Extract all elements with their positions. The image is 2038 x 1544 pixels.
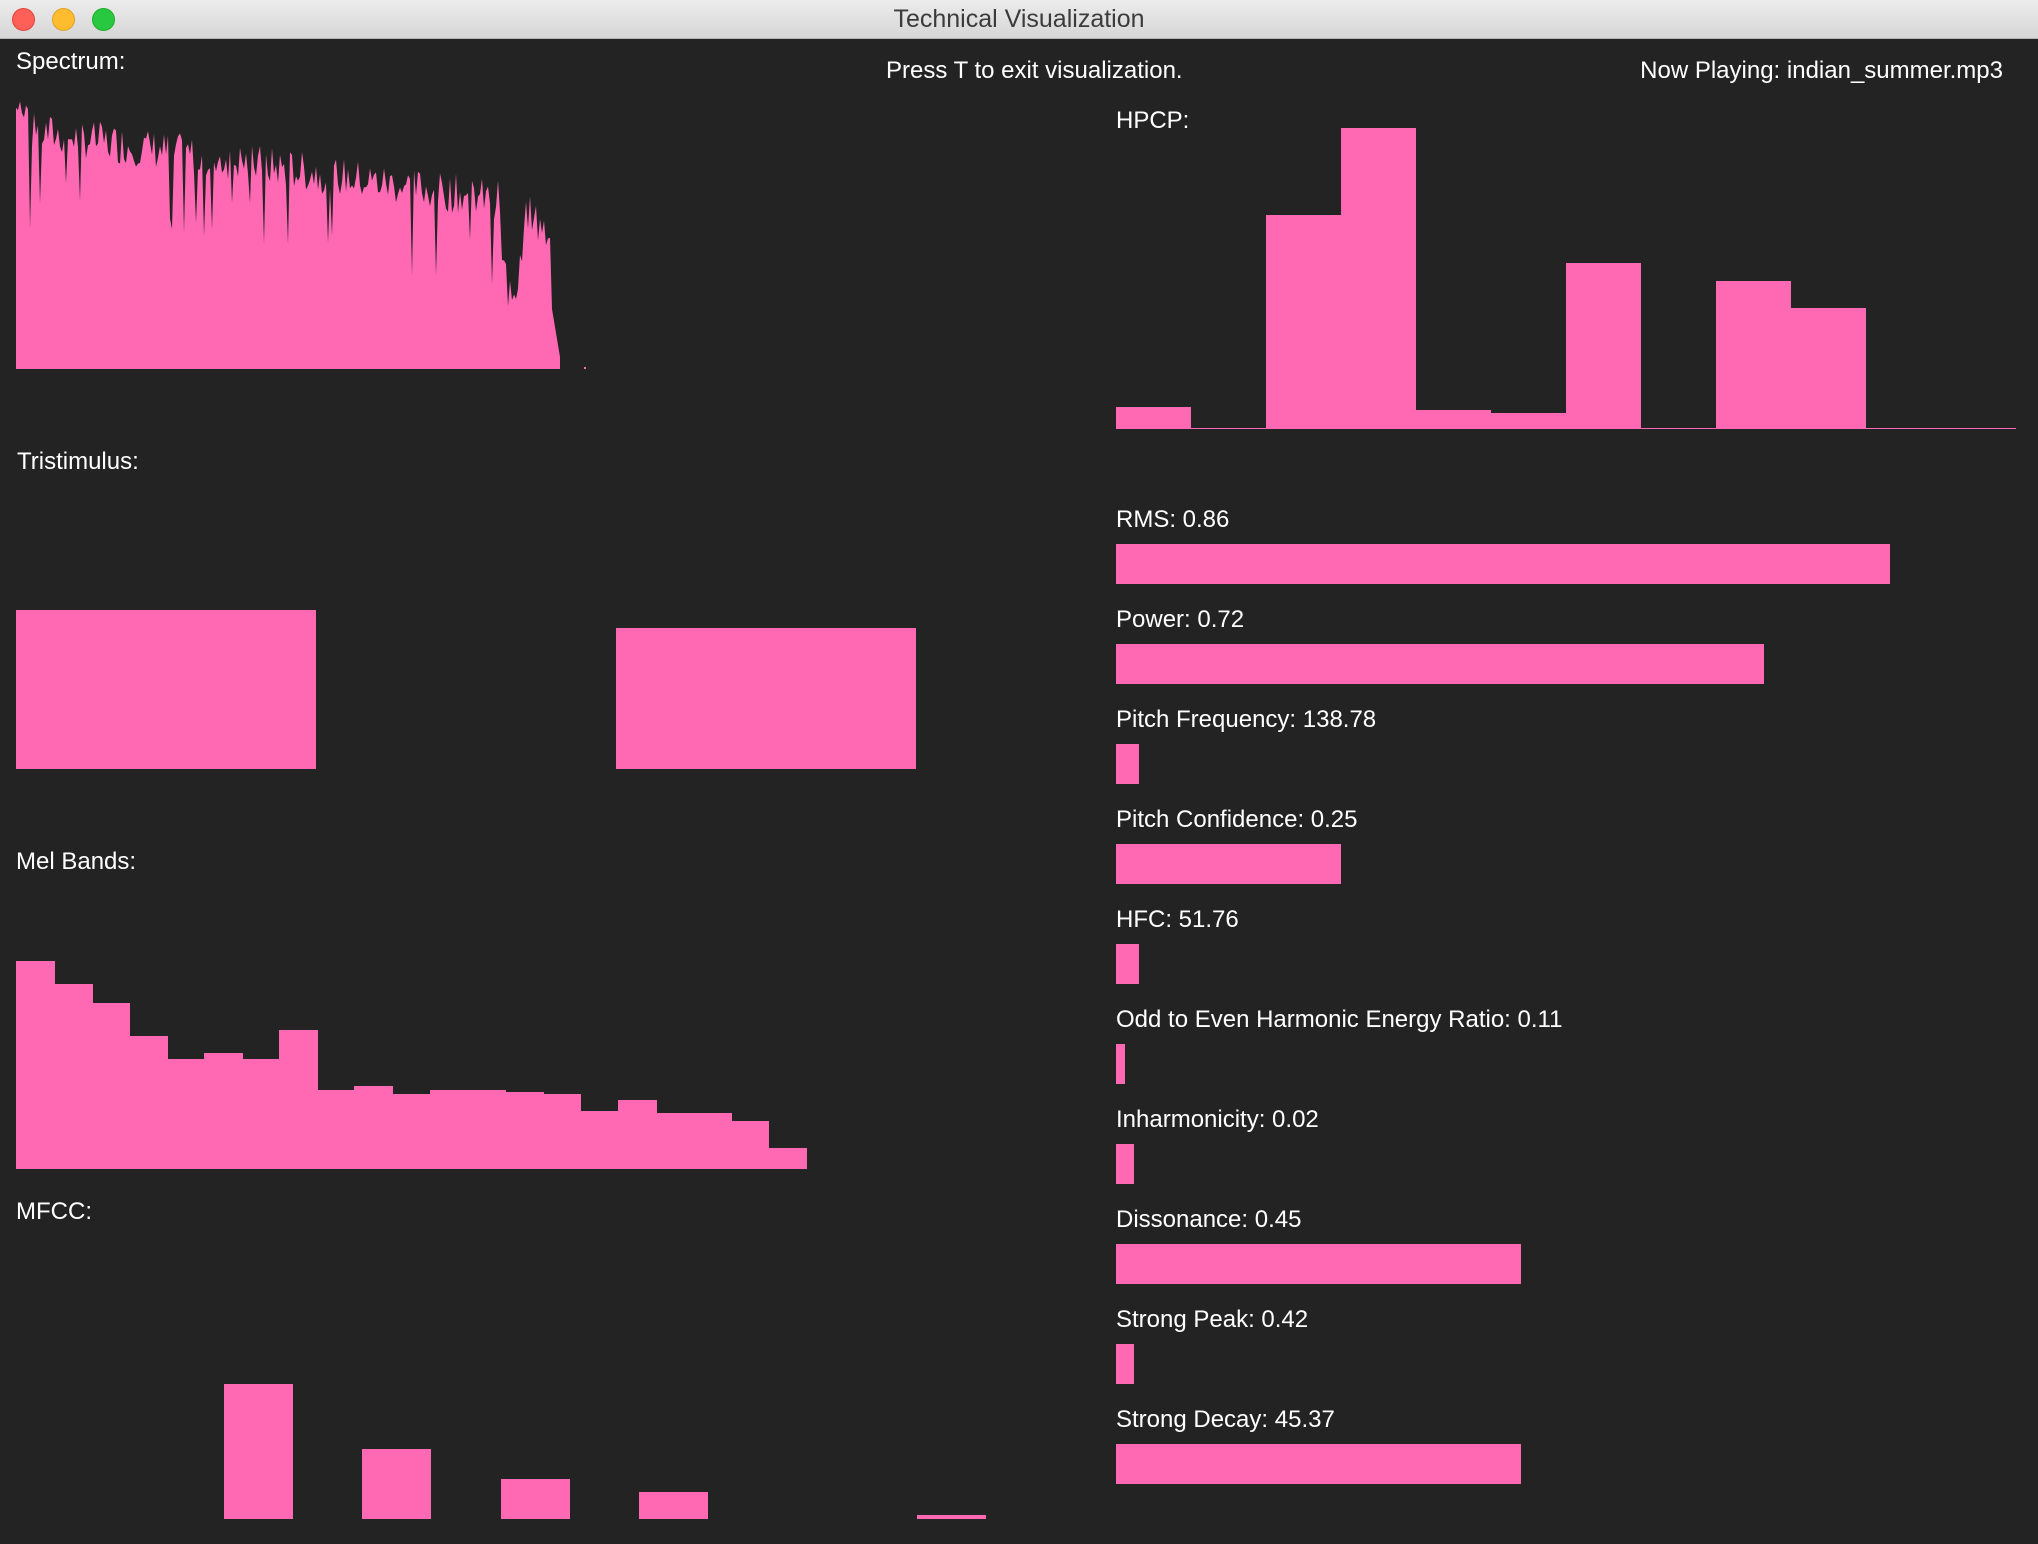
tristimulus-bar	[16, 610, 316, 769]
mel-band-bar	[91, 1002, 130, 1169]
mel-band-bar	[580, 1110, 619, 1169]
hpcp-bar	[1341, 128, 1416, 429]
mel-band-bar	[317, 1089, 356, 1169]
metric-bar	[1116, 1244, 1521, 1284]
metric-label: Pitch Confidence: 0.25	[1116, 806, 1358, 833]
spectrum-chart	[16, 101, 586, 369]
mel-band-bar	[392, 1094, 431, 1169]
mel-band-bar	[242, 1058, 281, 1169]
metric-bar	[1116, 944, 1139, 984]
mel-band-bar	[618, 1100, 657, 1169]
mel-band-bar	[542, 1094, 581, 1169]
mfcc-bar	[362, 1448, 431, 1519]
hpcp-bar	[1266, 215, 1341, 429]
metric-label: Dissonance: 0.45	[1116, 1206, 1302, 1233]
mel-band-bar	[279, 1029, 318, 1169]
mel-bands-label: Mel Bands:	[16, 848, 137, 875]
mel-band-bar	[505, 1092, 544, 1169]
hpcp-label: HPCP:	[1116, 107, 1190, 134]
hpcp-bar	[1941, 428, 2016, 429]
metric-bar	[1116, 644, 1764, 684]
mfcc-bar	[224, 1384, 293, 1519]
mel-band-bar	[467, 1089, 506, 1169]
hpcp-bar	[1566, 263, 1641, 429]
mfcc-bar	[639, 1492, 708, 1519]
mel-band-bar	[730, 1121, 769, 1169]
metric-label: Pitch Frequency: 138.78	[1116, 706, 1377, 733]
mfcc-bar	[501, 1479, 570, 1519]
mel-band-bar	[768, 1148, 807, 1169]
hpcp-bar	[1716, 281, 1791, 429]
mel-band-bar	[129, 1035, 168, 1169]
metric-label: Strong Peak: 0.42	[1116, 1306, 1309, 1333]
tristimulus-bar	[616, 628, 916, 769]
hpcp-bar	[1116, 407, 1191, 429]
mel-band-bar	[655, 1112, 694, 1169]
metric-label: HFC: 51.76	[1116, 906, 1239, 933]
spectrum-area	[16, 101, 560, 369]
mel-band-bar	[16, 961, 55, 1169]
mel-band-bar	[430, 1089, 469, 1169]
metric-label: RMS: 0.86	[1116, 506, 1230, 533]
hpcp-bar	[1791, 308, 1866, 429]
hpcp-bar	[1641, 428, 1716, 429]
metric-label: Power: 0.72	[1116, 606, 1245, 633]
mfcc-label: MFCC:	[16, 1198, 92, 1225]
mfcc-bar	[917, 1515, 986, 1519]
spectrum-tail	[584, 367, 586, 369]
metric-label: Odd to Even Harmonic Energy Ratio: 0.11	[1116, 1006, 1563, 1033]
window-title: Technical Visualization	[893, 5, 1145, 33]
mel-band-bar	[354, 1085, 393, 1169]
mel-band-bar	[204, 1052, 243, 1169]
now-playing: Now Playing: indian_summer.mp3	[1640, 57, 2003, 84]
hpcp-bar	[1416, 410, 1491, 429]
mel-band-bar	[166, 1058, 205, 1169]
hpcp-bar	[1491, 413, 1566, 429]
metric-bar	[1116, 1044, 1125, 1084]
metric-bar	[1116, 1144, 1134, 1184]
metric-bar	[1116, 544, 1890, 584]
exit-hint: Press T to exit visualization.	[886, 57, 1183, 84]
visualization-canvas: Spectrum: Press T to exit visualization.…	[0, 39, 2038, 1544]
mel-band-bar	[54, 983, 93, 1169]
metric-bar	[1116, 1444, 1521, 1484]
mel-band-bar	[693, 1112, 732, 1169]
hpcp-bar	[1191, 428, 1266, 429]
metric-bar	[1116, 844, 1341, 884]
metric-label: Inharmonicity: 0.02	[1116, 1106, 1319, 1133]
metric-bar	[1116, 1344, 1134, 1384]
title-bar: Technical Visualization	[0, 0, 2038, 39]
metric-label: Strong Decay: 45.37	[1116, 1406, 1335, 1433]
hpcp-bar	[1866, 428, 1941, 429]
metric-bar	[1116, 744, 1139, 784]
tristimulus-label: Tristimulus:	[17, 448, 139, 475]
